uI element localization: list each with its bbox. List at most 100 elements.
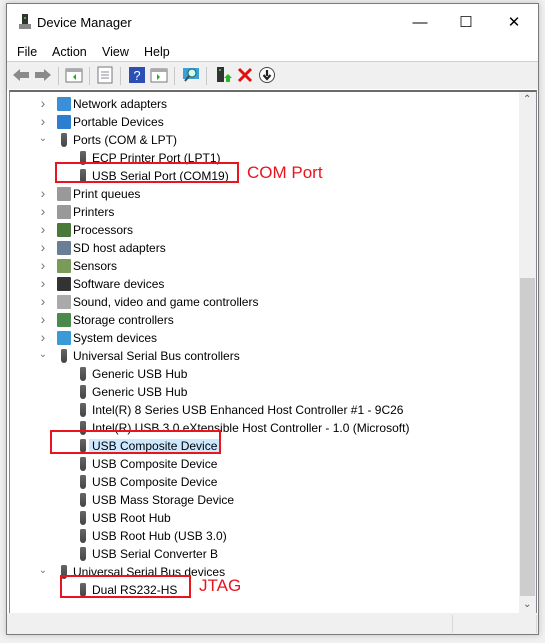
- chevron-down-icon[interactable]: ⌄: [38, 133, 48, 144]
- vertical-scrollbar[interactable]: ⌃ ⌄: [519, 92, 536, 614]
- menu-bar: File Action View Help: [7, 41, 538, 62]
- device-item[interactable]: USB Composite Device: [10, 473, 520, 491]
- item-label: Storage controllers: [73, 313, 174, 327]
- item-label: Portable Devices: [73, 115, 164, 129]
- chevron-right-icon[interactable]: ›: [38, 329, 48, 345]
- printer-icon: [57, 205, 71, 219]
- chevron-right-icon[interactable]: ›: [38, 185, 48, 201]
- item-label: Universal Serial Bus controllers: [73, 349, 240, 363]
- update-driver-icon[interactable]: [214, 66, 232, 84]
- category-item[interactable]: › Portable Devices: [10, 113, 520, 131]
- action-pane-icon[interactable]: [150, 66, 168, 84]
- category-item[interactable]: › Network adapters: [10, 95, 520, 113]
- usb-icon: [80, 367, 86, 381]
- item-label: USB Composite Device: [92, 457, 218, 471]
- menu-action[interactable]: Action: [52, 45, 87, 59]
- item-label: USB Composite Device: [92, 475, 218, 489]
- device-item[interactable]: Generic USB Hub: [10, 365, 520, 383]
- chevron-down-icon[interactable]: ⌄: [38, 565, 48, 576]
- network-adapter-icon: [57, 97, 71, 111]
- scroll-down-icon[interactable]: ⌄: [523, 599, 531, 610]
- item-label: Printers: [73, 205, 115, 219]
- item-label: USB Mass Storage Device: [92, 493, 235, 507]
- item-label: USB Root Hub: [92, 511, 171, 525]
- usb-icon: [80, 403, 86, 417]
- item-label: Network adapters: [73, 97, 168, 111]
- category-item[interactable]: › Sound, video and game controllers: [10, 293, 520, 311]
- composite-device-highlight: [50, 430, 221, 454]
- usb-icon: [80, 475, 86, 489]
- item-label: Processors: [73, 223, 134, 237]
- com-port-annotation: COM Port: [247, 163, 323, 182]
- chevron-right-icon[interactable]: ›: [38, 293, 48, 309]
- menu-file[interactable]: File: [17, 45, 37, 59]
- close-button[interactable]: ✕: [491, 4, 537, 40]
- category-item[interactable]: › Software devices: [10, 275, 520, 293]
- scan-hardware-icon[interactable]: [182, 66, 200, 84]
- item-label: Generic USB Hub: [92, 385, 188, 399]
- window-title: Device Manager: [37, 15, 132, 30]
- category-item[interactable]: › Print queues: [10, 185, 520, 203]
- port-icon: [61, 133, 67, 147]
- category-item[interactable]: › SD host adapters: [10, 239, 520, 257]
- uninstall-icon[interactable]: [236, 66, 254, 84]
- chevron-right-icon[interactable]: ›: [38, 113, 48, 129]
- back-arrow-icon[interactable]: [12, 66, 30, 84]
- software-device-icon: [57, 277, 71, 291]
- category-item[interactable]: › System devices: [10, 329, 520, 347]
- help-icon[interactable]: ?: [128, 66, 146, 84]
- item-label: USB Root Hub (USB 3.0): [92, 529, 227, 543]
- item-label: Ports (COM & LPT): [73, 133, 178, 147]
- item-label: Sensors: [73, 259, 118, 273]
- device-item[interactable]: USB Mass Storage Device: [10, 491, 520, 509]
- device-item[interactable]: USB Composite Device: [10, 455, 520, 473]
- device-item[interactable]: Intel(R) 8 Series USB Enhanced Host Cont…: [10, 401, 520, 419]
- item-label: Generic USB Hub: [92, 367, 188, 381]
- item-label: Print queues: [73, 187, 141, 201]
- sd-host-icon: [57, 241, 71, 255]
- scrollbar-thumb[interactable]: [520, 278, 535, 596]
- scroll-up-icon[interactable]: ⌃: [523, 94, 531, 105]
- forward-arrow-icon[interactable]: [34, 66, 52, 84]
- category-item[interactable]: › Sensors: [10, 257, 520, 275]
- usb-icon: [80, 511, 86, 525]
- category-item[interactable]: › Storage controllers: [10, 311, 520, 329]
- usb-icon: [80, 385, 86, 399]
- chevron-right-icon[interactable]: ›: [38, 311, 48, 327]
- show-hide-console-tree-icon[interactable]: [65, 66, 83, 84]
- speaker-icon: [57, 295, 71, 309]
- chevron-right-icon[interactable]: ›: [38, 221, 48, 237]
- minimize-button[interactable]: —: [397, 4, 443, 40]
- usb-icon: [80, 529, 86, 543]
- chevron-right-icon[interactable]: ›: [38, 203, 48, 219]
- system-device-icon: [57, 331, 71, 345]
- menu-view[interactable]: View: [102, 45, 129, 59]
- sensor-icon: [57, 259, 71, 273]
- chevron-down-icon[interactable]: ⌄: [38, 349, 48, 360]
- category-item[interactable]: ⌄ Universal Serial Bus controllers: [10, 347, 520, 365]
- category-item[interactable]: ⌄ Ports (COM & LPT): [10, 131, 520, 149]
- device-item[interactable]: Generic USB Hub: [10, 383, 520, 401]
- device-manager-icon: [19, 14, 31, 29]
- usb-icon: [80, 547, 86, 561]
- chevron-right-icon[interactable]: ›: [38, 95, 48, 111]
- item-label: USB Serial Converter B: [92, 547, 219, 561]
- device-item[interactable]: USB Root Hub (USB 3.0): [10, 527, 520, 545]
- menu-help[interactable]: Help: [144, 45, 170, 59]
- properties-icon[interactable]: [96, 66, 114, 84]
- device-item[interactable]: USB Root Hub: [10, 509, 520, 527]
- category-item[interactable]: › Processors: [10, 221, 520, 239]
- printer-icon: [57, 187, 71, 201]
- disable-device-icon[interactable]: [258, 66, 276, 84]
- category-item[interactable]: › Printers: [10, 203, 520, 221]
- chevron-right-icon[interactable]: ›: [38, 275, 48, 291]
- device-item[interactable]: USB Serial Converter B: [10, 545, 520, 563]
- chevron-right-icon[interactable]: ›: [38, 257, 48, 273]
- toolbar: ?: [7, 62, 538, 89]
- item-label: Software devices: [73, 277, 165, 291]
- chevron-right-icon[interactable]: ›: [38, 239, 48, 255]
- title-bar: Device Manager — ☐ ✕: [7, 4, 538, 41]
- item-label: System devices: [73, 331, 158, 345]
- processor-icon: [57, 223, 71, 237]
- maximize-button[interactable]: ☐: [443, 4, 489, 40]
